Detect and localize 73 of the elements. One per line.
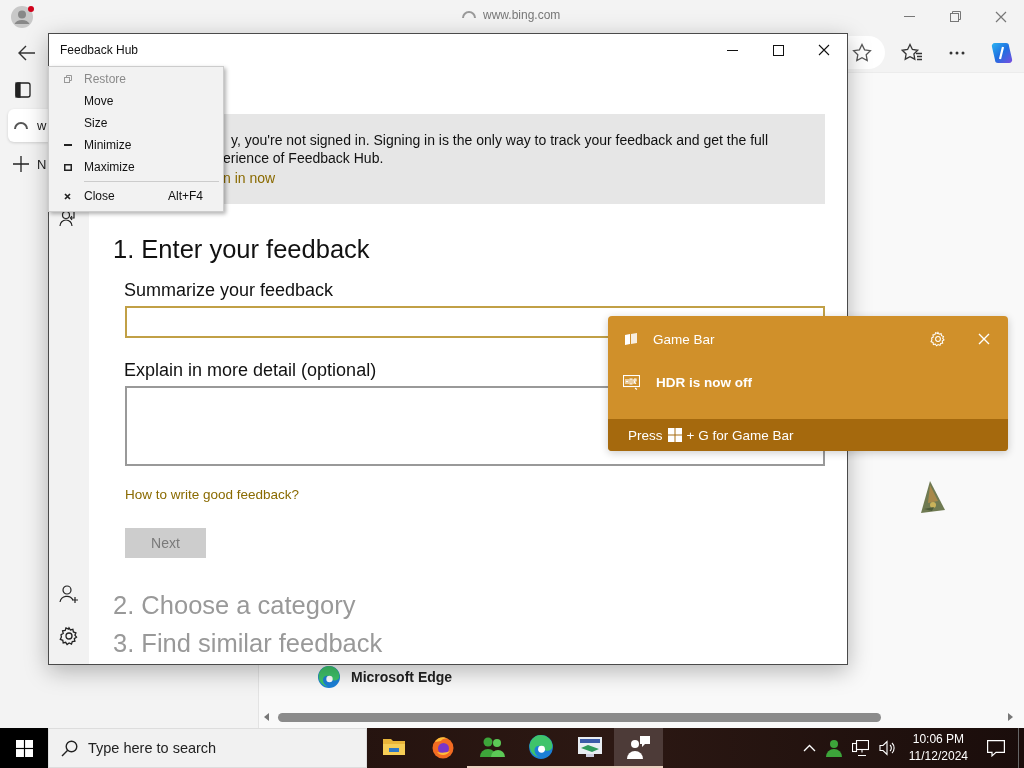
clock[interactable]: 10:06 PM 11/12/2024 <box>908 731 968 765</box>
tab-title: w <box>37 118 47 133</box>
search-field[interactable]: Type here to search <box>48 728 367 768</box>
banner-text: y, you're not signed in. Signing in is the only way to track your feedback and get the full <box>230 131 770 149</box>
close-icon <box>978 333 990 345</box>
back-arrow-icon <box>18 44 36 61</box>
restore-icon <box>63 75 72 83</box>
person-icon <box>825 739 842 757</box>
close-icon <box>64 192 71 200</box>
close-icon <box>818 44 830 56</box>
toast-hint: Press <box>628 427 663 443</box>
menu-item[interactable]: Maximize <box>51 156 221 178</box>
new-tab-button[interactable]: N <box>13 156 48 172</box>
volume-icon <box>878 740 896 756</box>
close-button[interactable] <box>978 333 990 345</box>
monitor-icon <box>577 737 602 757</box>
folder-icon <box>382 738 405 756</box>
star-icon[interactable] <box>852 43 872 62</box>
tab-actions-icon[interactable] <box>15 82 31 98</box>
star-list-icon <box>900 43 923 62</box>
window-title: www.bing.com <box>483 8 561 22</box>
clock-time: 10:06 PM <box>912 731 965 748</box>
menu-item[interactable]: Minimize <box>51 134 221 156</box>
restore-icon <box>949 11 961 22</box>
toast-title: Game Bar <box>653 331 715 347</box>
widget-icon <box>624 333 638 345</box>
minimize-icon <box>726 49 738 51</box>
address-bar[interactable] <box>848 36 885 69</box>
maximize-icon <box>772 44 784 56</box>
maximize-icon <box>63 163 72 171</box>
scroll-left-icon[interactable] <box>263 713 269 721</box>
network-icon <box>851 740 869 756</box>
section-heading: 3. Find similar feedback <box>113 628 384 659</box>
minimize-icon <box>903 16 915 17</box>
people-icon <box>478 736 505 758</box>
browser-tab[interactable]: w <box>8 109 48 142</box>
menu-item[interactable]: Close Alt+F4 <box>51 185 221 207</box>
profile-icon[interactable] <box>11 5 33 28</box>
plus-icon <box>13 156 29 172</box>
loading-spinner-icon <box>461 9 477 21</box>
menu-item[interactable]: Size <box>51 112 221 134</box>
add-person-icon[interactable] <box>59 584 79 604</box>
feedback-hub-icon <box>626 735 651 759</box>
speech-bubble-icon <box>987 739 1005 757</box>
more-icon <box>948 50 965 55</box>
section-heading: 2. Choose a category <box>113 590 357 621</box>
start-button[interactable] <box>0 728 48 768</box>
window-title: Feedback Hub <box>60 43 139 57</box>
app-name: Microsoft Edge <box>351 669 453 685</box>
windows-logo-icon <box>15 739 33 757</box>
toast-hint: + G for Game Bar <box>686 427 794 443</box>
section-heading: 1. Enter your feedback <box>113 234 371 265</box>
settings-icon[interactable] <box>59 626 79 646</box>
scroll-right-icon[interactable] <box>1008 713 1014 721</box>
taskbar-app[interactable] <box>614 728 663 768</box>
firefox-icon <box>430 735 455 759</box>
help-link[interactable]: How to write good feedback? <box>125 486 300 504</box>
windows-logo-icon <box>667 428 682 442</box>
hdr-icon <box>623 374 640 390</box>
banner-text: erience of Feedback Hub. <box>223 149 385 167</box>
close-icon <box>995 10 1007 23</box>
edge-icon <box>527 734 554 760</box>
minimize-icon <box>63 144 72 146</box>
loading-spinner-icon <box>13 119 29 132</box>
field-label: Summarize your feedback <box>124 279 335 302</box>
menu-item[interactable]: Move <box>51 90 221 112</box>
notification-dot <box>28 5 34 12</box>
toast-message: HDR is now off <box>656 374 752 390</box>
copilot-icon <box>989 40 1014 65</box>
chevron-up-icon <box>802 744 816 752</box>
clock-date: 11/12/2024 <box>908 748 968 765</box>
field-label: Explain in more detail (optional) <box>124 359 378 382</box>
sign-in-link[interactable]: n in now <box>223 169 825 187</box>
